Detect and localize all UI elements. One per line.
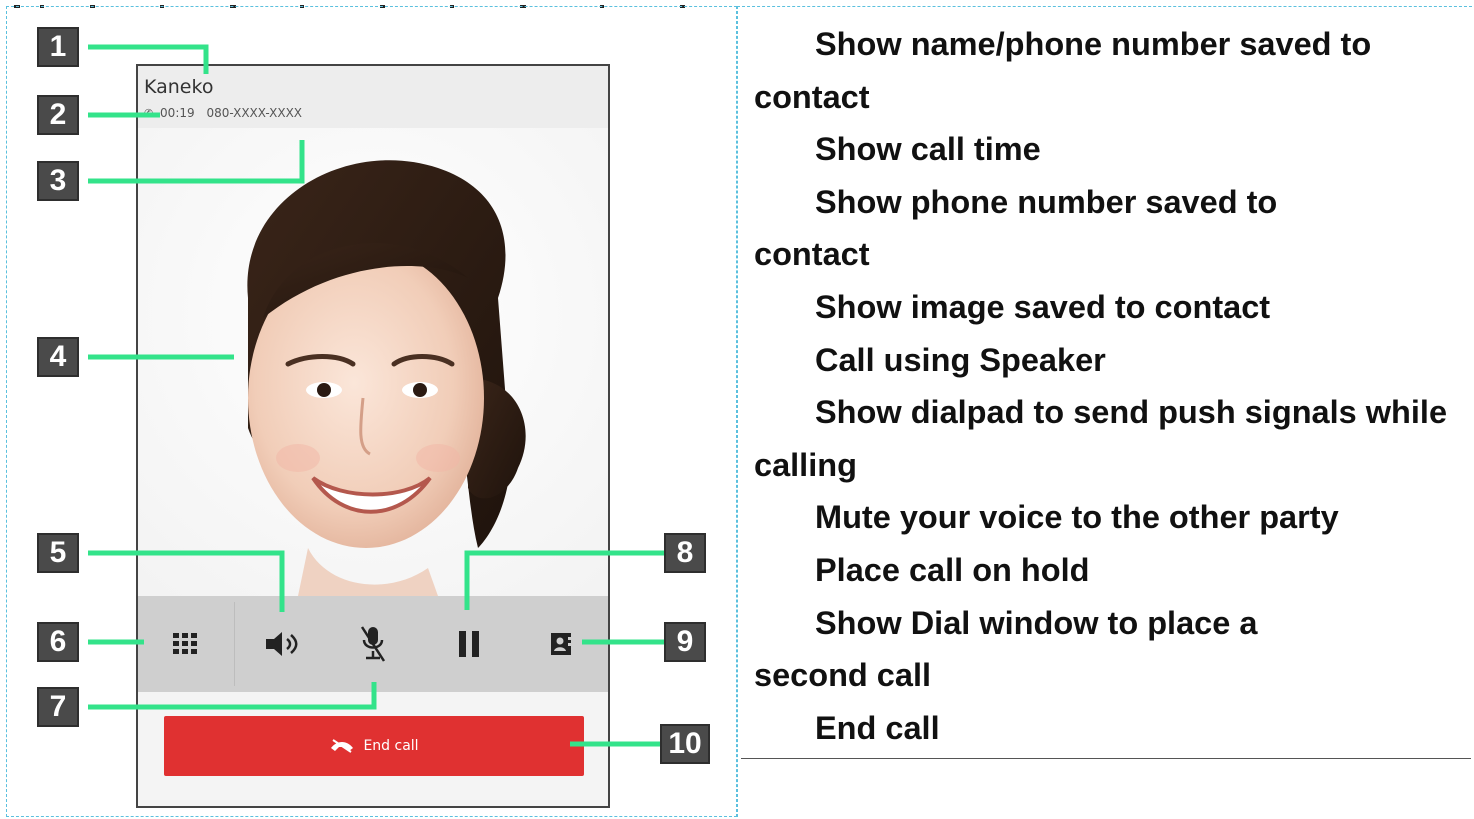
call-info-row: ✆ 00:19 080-XXXX-XXXX [144,106,302,120]
end-call-button[interactable]: End call [164,716,584,776]
legend-list: Show name/phone number saved to contact … [754,18,1454,754]
end-call-label: End call [363,738,419,754]
marker-1: 1 [37,27,79,67]
legend-item-3: Show phone number saved to contact [754,183,1278,273]
contact-photo [138,128,608,596]
legend-item-9: Show Dial window to place a second call [754,604,1258,694]
marker-2: 2 [37,95,79,135]
speaker-icon [266,632,298,656]
mute-button[interactable] [326,596,420,692]
legend-item-10: End call [815,709,940,746]
table-rule [741,758,1471,759]
legend-item-8: Place call on hold [815,551,1090,588]
dialpad-button[interactable] [138,596,232,692]
dialpad-icon [173,633,197,654]
legend-item-4: Show image saved to contact [815,288,1271,325]
legend-item-6: Show dialpad to send push signals while … [754,394,1448,483]
marker-6: 6 [37,622,79,662]
add-call-button[interactable] [514,596,608,692]
phone-call-screen: Kaneko ✆ 00:19 080-XXXX-XXXX End call [136,64,610,808]
handset-icon: ✆ [144,107,154,120]
call-controls [138,596,608,692]
legend-item-5: Call using Speaker [815,341,1106,378]
contact-book-icon [551,633,571,655]
legend-item-7: Mute your voice to the other party [815,499,1339,536]
contact-name: Kaneko [144,76,214,98]
hang-up-icon [331,739,354,753]
marker-3: 3 [37,161,79,201]
pause-icon [459,631,479,657]
mic-muted-icon [360,626,386,662]
phone-number: 080-XXXX-XXXX [206,106,303,120]
marker-4: 4 [37,337,79,377]
speaker-button[interactable] [235,596,329,692]
marker-10: 10 [660,724,710,764]
legend-item-2: Show call time [815,131,1041,168]
hold-button[interactable] [422,596,516,692]
marker-5: 5 [37,533,79,573]
end-call-area: End call [138,692,608,806]
marker-8: 8 [664,533,706,573]
marker-7: 7 [37,687,79,727]
call-header: Kaneko ✆ 00:19 080-XXXX-XXXX [138,66,608,128]
marker-9: 9 [664,622,706,662]
call-time: 00:19 [160,106,195,120]
legend-item-1: Show name/phone number saved to contact [754,26,1372,115]
